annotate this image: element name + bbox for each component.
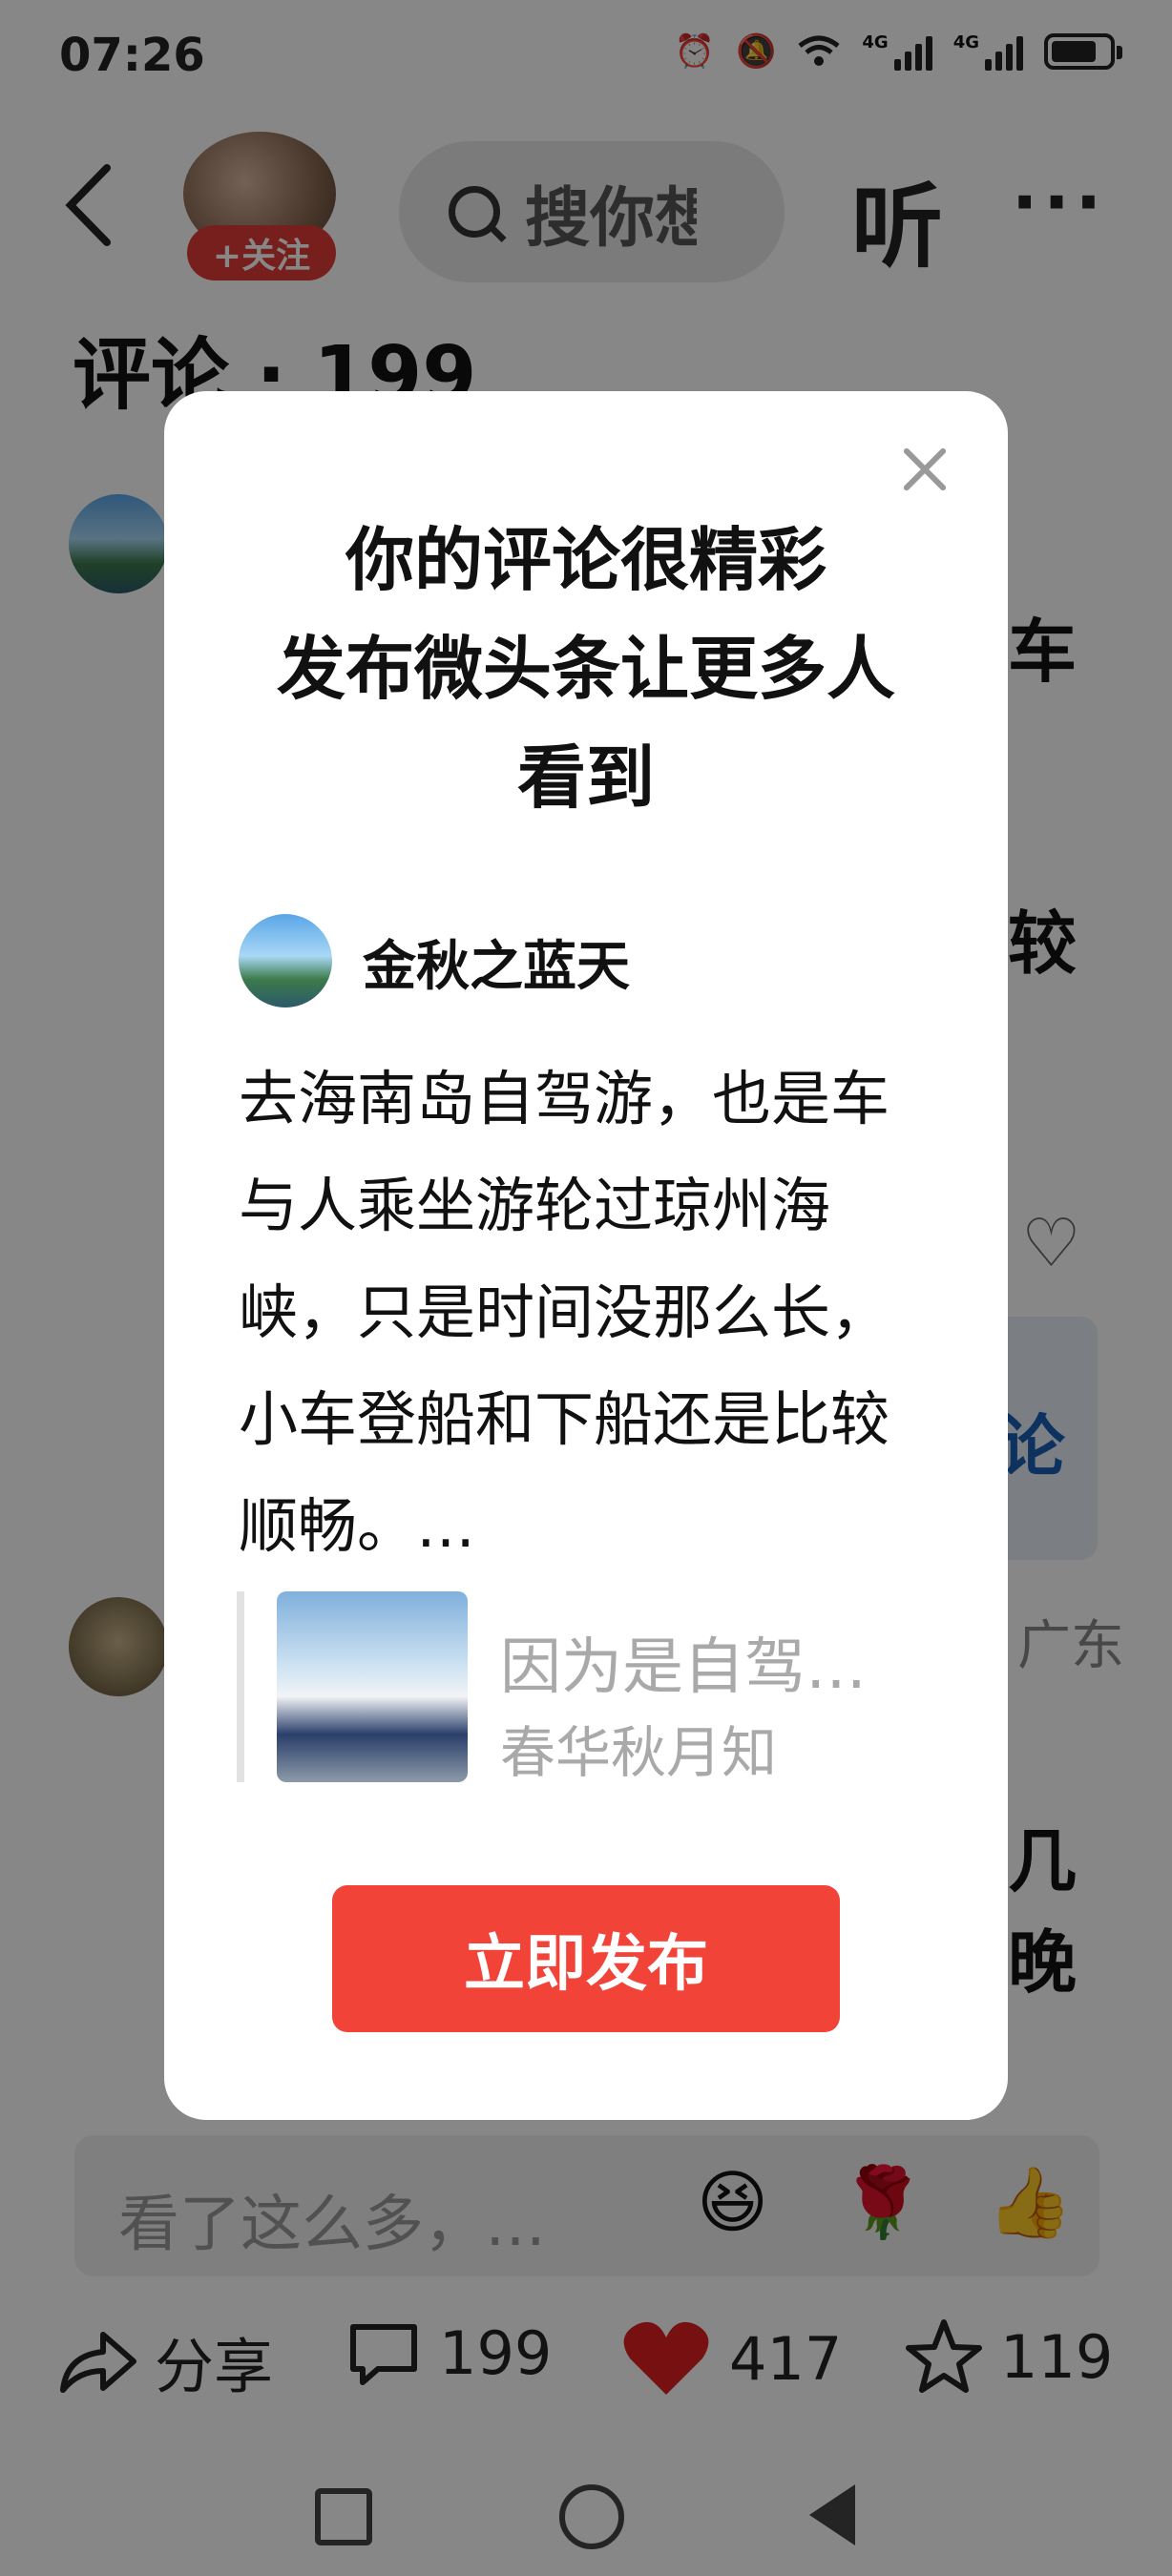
dialog-title: 你的评论很精彩 发布微头条让更多人 看到 <box>191 506 981 832</box>
comment-text: 去海南岛自驾游，也是车与人乘坐游轮过琼州海峡，只是时间没那么长，小车登船和下船还… <box>239 1064 890 1561</box>
quote-divider <box>237 1591 244 1782</box>
title-line-2: 发布微头条让更多人 <box>276 629 895 709</box>
close-icon[interactable] <box>895 441 952 498</box>
quoted-article-author: 春华秋月知 <box>500 1720 778 1785</box>
title-line-1: 你的评论很精彩 <box>345 520 827 600</box>
quoted-article-title: 因为是自驾… <box>500 1632 867 1703</box>
user-avatar <box>239 914 332 1008</box>
publish-now-button[interactable]: 立即发布 <box>332 1885 840 2032</box>
user-name: 金秋之蓝天 <box>363 936 630 998</box>
status-dim <box>0 0 1172 116</box>
title-line-3: 看到 <box>516 737 655 818</box>
quoted-article-thumbnail <box>277 1591 468 1782</box>
